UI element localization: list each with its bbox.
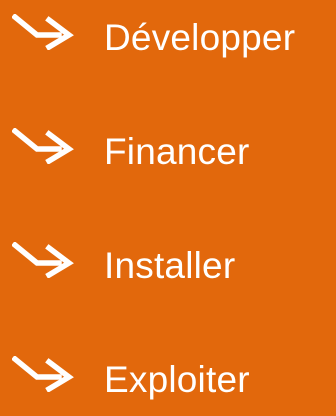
list-item-label: Financer (104, 131, 250, 172)
list-item-exploiter: Exploiter (0, 356, 336, 416)
arrow-right-icon (12, 356, 74, 392)
list-item-financer: Financer (0, 128, 336, 188)
list-item-developper: Développer (0, 14, 336, 74)
step-list: Développer Financer Installer Exploiter (0, 0, 336, 411)
list-item-installer: Installer (0, 242, 336, 302)
arrow-right-icon (12, 242, 74, 278)
list-item-label: Développer (104, 17, 296, 58)
arrow-right-icon (12, 128, 74, 164)
list-item-label: Exploiter (104, 359, 250, 400)
list-item-label: Installer (104, 245, 236, 286)
arrow-right-icon (12, 14, 74, 50)
